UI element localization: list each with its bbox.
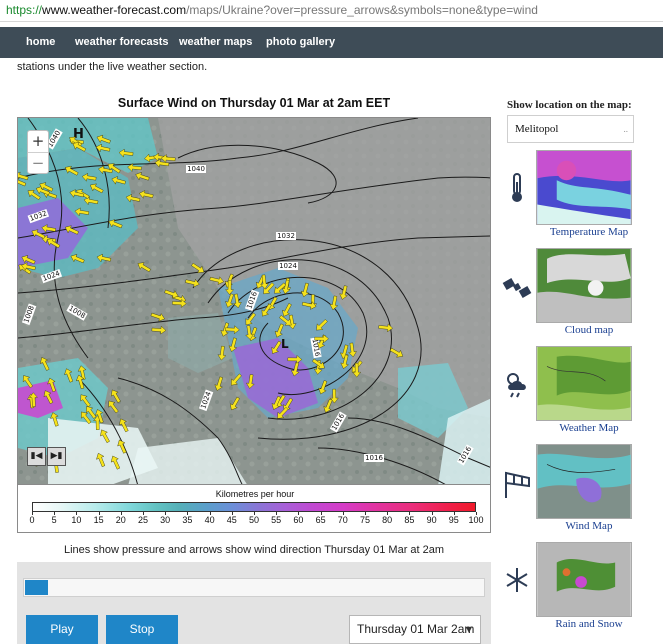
nav-weather-maps[interactable]: weather maps	[179, 27, 252, 58]
progress-fill	[25, 580, 48, 595]
satellite-icon	[502, 278, 532, 298]
location-more: ..	[623, 124, 629, 134]
address-bar[interactable]: https://www.weather-forecast.com/maps/Uk…	[0, 0, 663, 22]
legend-tick-label: 0	[29, 515, 35, 525]
isobar-label: 1032	[277, 232, 295, 240]
legend-tick-label: 80	[382, 515, 393, 525]
legend-tick-label: 45	[226, 515, 237, 525]
legend-color-bar	[32, 502, 476, 512]
zoom-out-button[interactable]: −	[28, 152, 48, 173]
legend-tick-label: 15	[93, 515, 104, 525]
map-caption: Lines show pressure and arrows show wind…	[63, 544, 445, 556]
thermometer-icon	[512, 173, 522, 202]
first-frame-button[interactable]: ▮◀	[27, 447, 46, 466]
snowflake-icon	[506, 568, 528, 592]
sidebar-card-temperature[interactable]: Temperature Map	[501, 150, 641, 246]
play-button[interactable]: Play	[26, 615, 98, 644]
legend-tick-label: 85	[404, 515, 415, 525]
zoom-in-button[interactable]: +	[28, 131, 48, 152]
time-select[interactable]: Thursday 01 Mar 2am ▼	[349, 615, 481, 644]
nav-photo-gallery[interactable]: photo gallery	[266, 27, 335, 58]
intro-text: stations under the live weather section.	[17, 61, 208, 73]
main-nav: home weather forecasts weather maps phot…	[0, 27, 663, 58]
legend-title: Kilometres per hour	[215, 489, 295, 499]
cloud-map-thumbnail	[536, 248, 632, 323]
legend-tick-label: 10	[71, 515, 82, 525]
temperature-map-thumbnail	[536, 150, 632, 225]
isobar-label: 1024	[279, 262, 297, 270]
sidebar-card-label: Temperature Map	[549, 226, 629, 238]
wind-map[interactable]: 1040 1040 1032 1024 1008 1032 1024 1016 …	[17, 117, 491, 485]
sidebar-card-wind[interactable]: Wind Map	[501, 444, 641, 540]
legend-tick-label: 55	[271, 515, 282, 525]
map-zoom-control: + −	[27, 130, 49, 174]
wind-map-thumbnail	[536, 444, 632, 519]
legend-tick-label: 30	[160, 515, 171, 525]
time-select-value: Thursday 01 Mar 2am	[357, 622, 475, 636]
legend-tick-label: 20	[115, 515, 126, 525]
isobar-label: 1016	[365, 454, 383, 462]
legend-tick-label: 35	[182, 515, 193, 525]
windsock-icon	[505, 471, 530, 498]
dropdown-caret-icon: ▼	[465, 625, 472, 634]
wind-speed-legend: Kilometres per hour 0 5 10 15 20 25 30 35 40 45 50…	[17, 485, 491, 533]
legend-tick-label: 60	[293, 515, 304, 525]
wind-map-canvas: 1040 1040 1032 1024 1008 1032 1024 1016 …	[18, 118, 490, 484]
url-scheme: https://	[6, 3, 43, 17]
isobar-label: 1040	[187, 165, 205, 173]
legend-tick-label: 70	[337, 515, 348, 525]
animation-controls: Play Stop Thursday 01 Mar 2am ▼	[17, 562, 491, 644]
weather-map-thumbnail	[536, 346, 632, 421]
legend-tick-label: 40	[204, 515, 215, 525]
location-input[interactable]: Melitopol ..	[507, 115, 634, 143]
location-value: Melitopol	[515, 123, 559, 135]
legend-tick-label: 90	[426, 515, 437, 525]
sun-cloud-rain-icon	[507, 373, 526, 398]
sidebar-card-cloud[interactable]: Cloud map	[501, 248, 641, 344]
url-host: www.weather-forecast.com	[42, 3, 187, 17]
legend-tick-label: 75	[359, 515, 370, 525]
nav-weather-forecasts[interactable]: weather forecasts	[75, 27, 169, 58]
sidebar-card-label: Cloud map	[564, 324, 614, 336]
sidebar-card-label: Rain and Snow	[555, 618, 623, 630]
map-step-controls: ▮◀ ▶▮	[27, 447, 67, 466]
low-pressure-marker: L	[281, 337, 289, 351]
sidebar-card-label: Weather Map	[559, 422, 619, 434]
legend-tick-label: 95	[448, 515, 459, 525]
map-title: Surface Wind on Thursday 01 Mar at 2am E…	[117, 96, 391, 110]
nav-home[interactable]: home	[26, 27, 55, 58]
next-frame-button[interactable]: ▶▮	[47, 447, 66, 466]
legend-tick-label: 50	[248, 515, 259, 525]
sidebar-card-weather[interactable]: Weather Map	[501, 346, 641, 442]
sidebar-card-label: Wind Map	[565, 520, 613, 532]
legend-tick-label: 100	[468, 515, 484, 525]
rain-snow-map-thumbnail	[536, 542, 632, 617]
stop-button[interactable]: Stop	[106, 615, 178, 644]
url-path: /maps/Ukraine?over=pressure_arrows&symbo…	[186, 3, 538, 17]
animation-progress[interactable]	[23, 578, 485, 597]
sidebar-card-rain-snow[interactable]: Rain and Snow	[501, 542, 641, 638]
legend-tick-label: 5	[51, 515, 57, 525]
sidebar-title: Show location on the map:	[507, 99, 632, 111]
legend-tick-label: 25	[137, 515, 148, 525]
legend-tick-label: 65	[315, 515, 326, 525]
